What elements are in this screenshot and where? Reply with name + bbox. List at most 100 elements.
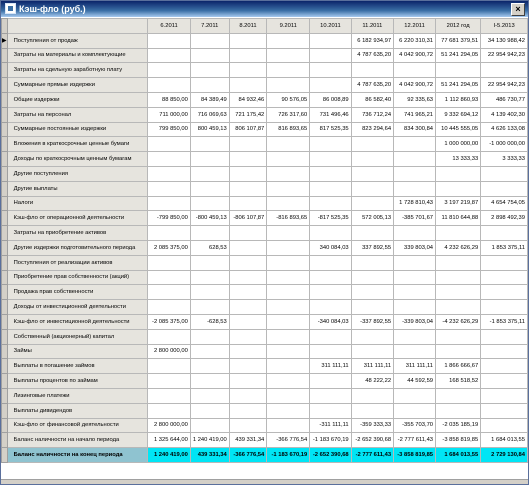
table-cell[interactable] bbox=[309, 387, 352, 404]
table-cell[interactable]: -2 777 611,43 bbox=[350, 447, 395, 463]
table-cell[interactable] bbox=[435, 269, 482, 286]
table-row[interactable]: Общие издержки 88 850,00 84 389,49 84 932,4… bbox=[1, 91, 528, 108]
table-cell[interactable] bbox=[189, 387, 230, 404]
column-header[interactable]: 7.2011 bbox=[189, 18, 230, 34]
table-row[interactable]: Кэш-фло от инвестиционной деятельности -2… bbox=[1, 313, 528, 330]
column-header[interactable]: 10.2011 bbox=[309, 18, 352, 34]
table-cell[interactable] bbox=[350, 151, 395, 167]
table-cell[interactable] bbox=[309, 343, 352, 360]
title-bar[interactable]: Кэш-фло (руб.) × bbox=[1, 1, 528, 17]
table-cell[interactable] bbox=[189, 328, 230, 345]
table-cell[interactable] bbox=[228, 180, 268, 197]
table-cell[interactable]: 3 197 219,87 bbox=[435, 195, 482, 212]
table-cell[interactable]: 1 853 375,11 bbox=[480, 239, 528, 256]
table-cell[interactable]: 51 241 294,05 bbox=[435, 77, 482, 93]
table-cell[interactable] bbox=[266, 328, 311, 345]
table-cell[interactable]: 2 800 000,00 bbox=[147, 343, 191, 360]
table-cell[interactable]: 34 130 988,42 bbox=[480, 32, 528, 49]
table-cell[interactable] bbox=[189, 151, 230, 167]
table-cell[interactable]: 817 525,35 bbox=[309, 121, 352, 138]
table-cell[interactable] bbox=[189, 284, 230, 301]
table-cell[interactable] bbox=[147, 32, 191, 49]
column-header[interactable]: 2012 год bbox=[435, 18, 482, 34]
table-cell[interactable] bbox=[189, 269, 230, 286]
cash-flow-grid[interactable]: 6.2011 7.2011 8.2011 9.2011 10.2011 11.2011 12… bbox=[1, 18, 528, 480]
table-cell[interactable] bbox=[228, 32, 268, 49]
table-cell[interactable]: 572 005,13 bbox=[350, 210, 395, 227]
table-cell[interactable] bbox=[350, 165, 395, 182]
table-cell[interactable]: 92 335,63 bbox=[393, 91, 437, 108]
table-cell[interactable] bbox=[228, 77, 268, 93]
table-cell[interactable] bbox=[266, 358, 311, 375]
table-cell[interactable]: -4 232 626,29 bbox=[435, 313, 482, 330]
table-cell[interactable] bbox=[266, 254, 311, 271]
table-cell[interactable] bbox=[189, 373, 230, 389]
table-cell[interactable]: -2 035 185,19 bbox=[435, 417, 482, 434]
table-cell[interactable]: 1 112 860,93 bbox=[435, 91, 482, 108]
table-cell[interactable] bbox=[189, 417, 230, 434]
table-cell[interactable]: 4 654 754,05 bbox=[480, 195, 528, 212]
table-cell[interactable] bbox=[189, 358, 230, 375]
table-cell[interactable] bbox=[309, 151, 352, 167]
table-cell[interactable]: 90 576,05 bbox=[266, 91, 311, 108]
table-cell[interactable] bbox=[350, 299, 395, 315]
table-cell[interactable] bbox=[266, 373, 311, 389]
table-cell[interactable] bbox=[228, 402, 268, 419]
table-cell[interactable] bbox=[228, 239, 268, 256]
table-row[interactable]: Лизинговые платежи bbox=[1, 387, 528, 404]
table-cell[interactable] bbox=[350, 402, 395, 419]
table-cell[interactable] bbox=[393, 343, 437, 360]
table-cell[interactable] bbox=[189, 254, 230, 271]
table-cell[interactable] bbox=[309, 225, 352, 241]
table-cell[interactable] bbox=[309, 136, 352, 153]
table-row[interactable]: Затраты на материалы и комплектующие 4 78… bbox=[1, 47, 528, 64]
table-cell[interactable]: -2 085 375,00 bbox=[147, 313, 191, 330]
table-cell[interactable]: 3 333,33 bbox=[480, 151, 528, 167]
table-cell[interactable] bbox=[266, 62, 311, 79]
column-header[interactable]: 8.2011 bbox=[228, 18, 268, 34]
table-cell[interactable]: 1 684 013,55 bbox=[435, 447, 482, 463]
table-row[interactable]: Доходы от инвестиционной деятельности bbox=[1, 299, 528, 315]
table-cell[interactable]: 51 241 294,05 bbox=[435, 47, 482, 64]
table-row[interactable]: Налоги 1 728 810,43 3 197 219,87 4 654 754,… bbox=[1, 195, 528, 212]
table-cell[interactable] bbox=[309, 269, 352, 286]
table-row[interactable]: Выплаты в погашение займов 311 111,11 311 … bbox=[1, 358, 528, 375]
table-cell[interactable]: 9 332 694,12 bbox=[435, 106, 482, 123]
table-cell[interactable]: 168 518,52 bbox=[435, 373, 482, 389]
table-row[interactable]: Баланс наличности на начало периода 1 325… bbox=[1, 432, 528, 449]
table-cell[interactable] bbox=[266, 47, 311, 64]
table-cell[interactable] bbox=[228, 136, 268, 153]
table-cell[interactable]: -816 893,65 bbox=[266, 210, 311, 227]
table-cell[interactable]: 726 317,60 bbox=[266, 106, 311, 123]
table-cell[interactable] bbox=[189, 32, 230, 49]
table-cell[interactable]: 1 325 644,00 bbox=[147, 432, 191, 449]
table-cell[interactable] bbox=[393, 136, 437, 153]
table-cell[interactable] bbox=[266, 195, 311, 212]
table-cell[interactable]: 311 111,11 bbox=[309, 358, 352, 375]
table-cell[interactable] bbox=[435, 328, 482, 345]
table-cell[interactable] bbox=[228, 358, 268, 375]
table-row[interactable]: Суммарные прямые издержки 4 787 635,20 4 0… bbox=[1, 77, 528, 93]
table-cell[interactable] bbox=[309, 165, 352, 182]
table-cell[interactable]: 86 582,40 bbox=[350, 91, 395, 108]
table-cell[interactable]: 311 111,11 bbox=[393, 358, 437, 375]
table-cell[interactable] bbox=[266, 299, 311, 315]
table-cell[interactable] bbox=[309, 77, 352, 93]
table-row[interactable]: Затраты на приобретение активов bbox=[1, 225, 528, 241]
table-cell[interactable]: 4 139 402,30 bbox=[480, 106, 528, 123]
table-row[interactable]: Другие поступления bbox=[1, 165, 528, 182]
table-row[interactable]: Поступления от реализации активов bbox=[1, 254, 528, 271]
table-cell[interactable] bbox=[228, 299, 268, 315]
table-cell[interactable]: 1 240 419,00 bbox=[189, 432, 230, 449]
table-cell[interactable] bbox=[435, 402, 482, 419]
table-cell[interactable] bbox=[228, 254, 268, 271]
table-cell[interactable] bbox=[228, 373, 268, 389]
table-cell[interactable]: -1 183 670,19 bbox=[266, 447, 311, 463]
table-cell[interactable] bbox=[266, 32, 311, 49]
table-cell[interactable] bbox=[147, 269, 191, 286]
table-row[interactable]: Кэш-фло от финансовой деятельности 2 800 … bbox=[1, 417, 528, 434]
table-row[interactable]: Кэш-фло от операционной деятельности -799… bbox=[1, 210, 528, 227]
table-row[interactable]: Выплаты процентов по займам 48 222,22 44 5… bbox=[1, 373, 528, 389]
table-cell[interactable]: 439 331,34 bbox=[228, 432, 268, 449]
table-cell[interactable] bbox=[350, 136, 395, 153]
